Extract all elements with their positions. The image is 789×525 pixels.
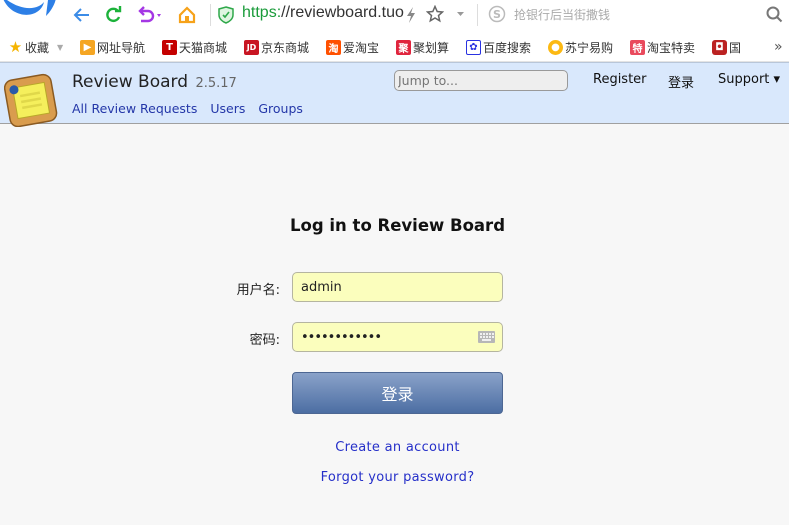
home-button[interactable] bbox=[175, 3, 199, 27]
site-title[interactable]: Review Board 2.5.17 bbox=[72, 72, 237, 92]
register-link[interactable]: Register bbox=[593, 72, 647, 87]
bookmark-star-icon[interactable] bbox=[426, 5, 444, 23]
reload-icon bbox=[106, 6, 122, 23]
bookmark-label: 收藏 bbox=[25, 40, 50, 55]
username-input[interactable] bbox=[292, 272, 503, 302]
site-title-text: Review Board bbox=[72, 72, 189, 92]
nav-users[interactable]: Users bbox=[210, 101, 245, 116]
password-label: 密码: bbox=[249, 333, 280, 348]
undo-icon bbox=[138, 6, 161, 23]
divider bbox=[477, 4, 478, 26]
login-title: Log in to Review Board bbox=[290, 216, 505, 235]
nav-groups[interactable]: Groups bbox=[258, 101, 303, 116]
bookmark-label: 网址导航 bbox=[97, 40, 146, 55]
jd-icon: JD bbox=[244, 39, 259, 55]
site-header: Review Board 2.5.17 All Review Requests U… bbox=[0, 62, 789, 127]
search-input[interactable]: 抢银行后当街撒钱 bbox=[514, 6, 610, 23]
svg-text:S: S bbox=[493, 8, 501, 21]
bookmark-item[interactable]: JD 京东商城 bbox=[244, 38, 309, 56]
login-submit-button[interactable]: 登录 bbox=[292, 372, 503, 414]
bookmark-label: 京东商城 bbox=[261, 40, 310, 55]
divider bbox=[210, 4, 211, 26]
nav-arrow-icon: ▶ bbox=[80, 39, 95, 55]
browser-logo-icon bbox=[3, 0, 56, 16]
search-icon[interactable] bbox=[766, 6, 783, 23]
main-nav: All Review Requests Users Groups bbox=[72, 101, 316, 116]
back-arrow-icon bbox=[73, 8, 89, 22]
star-icon: ★ bbox=[8, 38, 23, 56]
support-menu[interactable]: Support ▾ bbox=[718, 72, 780, 87]
bookmark-item[interactable]: 淘 爱淘宝 bbox=[326, 38, 379, 56]
password-input[interactable] bbox=[292, 322, 503, 352]
temai-icon: 特 bbox=[630, 39, 645, 55]
bookmarks-overflow-button[interactable]: » bbox=[774, 38, 783, 56]
bookmark-label: 百度搜索 bbox=[483, 40, 532, 55]
baidu-paw-icon: ✿ bbox=[466, 39, 481, 55]
lightning-icon[interactable] bbox=[404, 6, 418, 24]
dropdown-caret-icon: ▼ bbox=[57, 42, 64, 52]
bookmark-item[interactable]: 聚 聚划算 bbox=[396, 38, 449, 56]
bookmark-label: 国 bbox=[729, 40, 742, 55]
url-scheme: https: bbox=[242, 4, 282, 21]
review-board-logo[interactable] bbox=[4, 73, 58, 127]
login-link[interactable]: 登录 bbox=[668, 72, 694, 91]
dropdown-caret-icon[interactable] bbox=[456, 11, 465, 17]
bookmark-label: 爱淘宝 bbox=[343, 40, 380, 55]
create-account-link[interactable]: Create an account bbox=[0, 440, 789, 455]
jump-to-input[interactable] bbox=[394, 70, 568, 91]
bookmark-item[interactable]: 特 淘宝特卖 bbox=[630, 38, 695, 56]
undo-close-button[interactable] bbox=[134, 3, 166, 27]
bookmark-item[interactable]: ✿ 百度搜索 bbox=[466, 38, 531, 56]
bookmark-item[interactable]: ◘ 国 bbox=[712, 38, 741, 56]
bookmark-item[interactable]: ● 苏宁易购 bbox=[548, 38, 613, 56]
bookmark-label: 苏宁易购 bbox=[565, 40, 614, 55]
bookmark-label: 淘宝特卖 bbox=[647, 40, 696, 55]
version-label: 2.5.17 bbox=[195, 76, 237, 91]
suning-icon: ● bbox=[548, 39, 563, 55]
bookmark-label: 聚划算 bbox=[413, 40, 450, 55]
search-engine-icon: S bbox=[488, 5, 506, 23]
address-bar[interactable]: https://reviewboard.tuol bbox=[242, 4, 404, 22]
tmall-icon: T bbox=[162, 39, 177, 55]
back-button[interactable] bbox=[70, 3, 94, 27]
bear-icon: ◘ bbox=[712, 39, 727, 55]
nav-all-review-requests[interactable]: All Review Requests bbox=[72, 101, 197, 116]
url-text: //reviewboard.tuol bbox=[281, 4, 404, 21]
bookmarks-bar: ★ 收藏 ▼ ▶ 网址导航 T 天猫商城 JD 京东商城 淘 爱淘宝 聚 聚划算… bbox=[0, 30, 789, 62]
secure-shield-icon bbox=[218, 6, 234, 24]
browser-toolbar: https://reviewboard.tuol S 抢银行后当街撒钱 bbox=[0, 0, 789, 30]
reload-button[interactable] bbox=[101, 3, 125, 27]
juhuasuan-icon: 聚 bbox=[396, 39, 411, 55]
bookmark-item[interactable]: T 天猫商城 bbox=[162, 38, 227, 56]
bookmark-item[interactable]: ▶ 网址导航 bbox=[80, 38, 145, 56]
bookmark-label: 天猫商城 bbox=[179, 40, 228, 55]
home-icon bbox=[178, 6, 196, 24]
forgot-password-link[interactable]: Forgot your password? bbox=[0, 470, 789, 485]
username-label: 用户名: bbox=[236, 283, 280, 298]
keyboard-icon[interactable] bbox=[478, 331, 495, 343]
bookmark-favorites[interactable]: ★ 收藏 ▼ bbox=[8, 38, 63, 56]
taobao-icon: 淘 bbox=[326, 39, 341, 55]
